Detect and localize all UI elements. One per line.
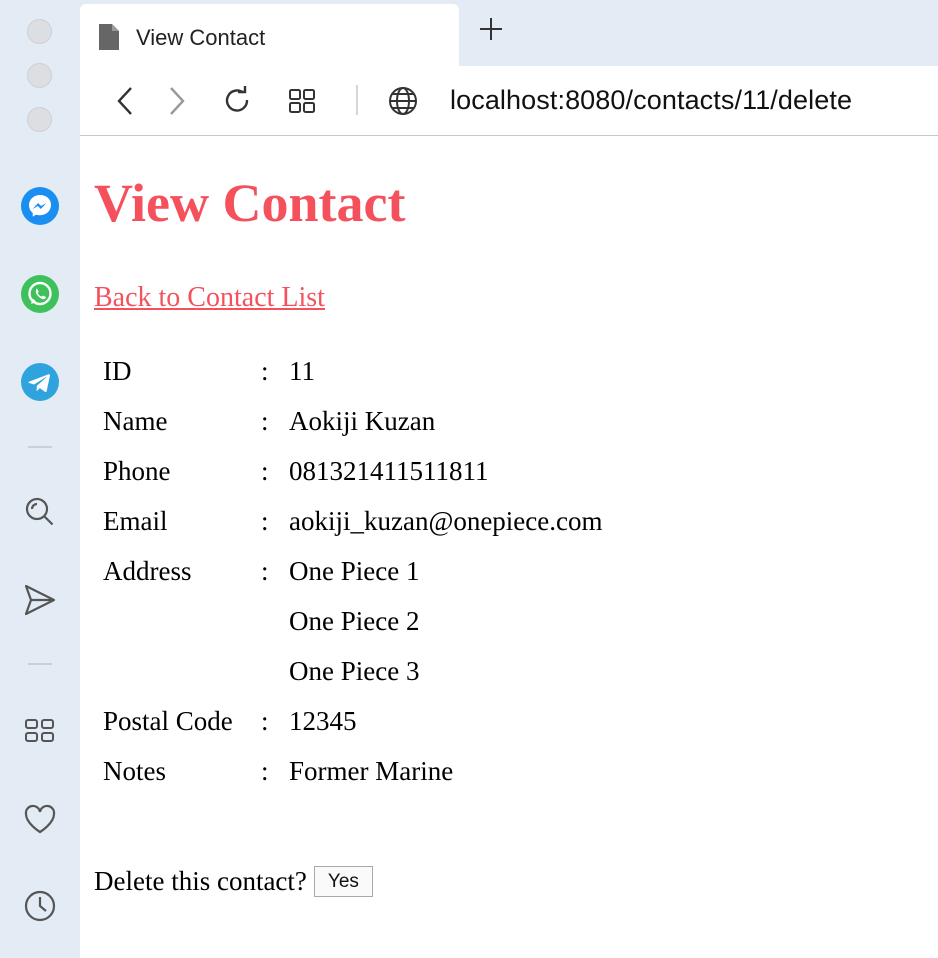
document-icon: [97, 22, 121, 57]
field-value: aokiji_kuzan@onepiece.com: [289, 506, 603, 536]
window-maximize-button[interactable]: [27, 107, 52, 132]
field-label: ID: [103, 356, 132, 386]
page-content: View Contact Back to Contact List ID : 1…: [94, 136, 938, 958]
field-value: 081321411511811: [289, 456, 489, 486]
yes-button[interactable]: Yes: [313, 866, 373, 897]
reload-button[interactable]: [219, 83, 255, 119]
field-value: One Piece 3: [289, 656, 420, 686]
field-colon: :: [261, 506, 269, 536]
field-value: 11: [289, 356, 315, 386]
browser-sidebar: [0, 0, 80, 958]
field-colon: :: [261, 706, 269, 736]
delete-prompt: Delete this contact?: [94, 866, 307, 896]
telegram-icon[interactable]: [20, 362, 60, 402]
field-value: Aokiji Kuzan: [289, 406, 436, 436]
address-bar[interactable]: localhost:8080/contacts/11/delete: [450, 85, 852, 116]
back-to-contact-list-link[interactable]: Back to Contact List: [94, 282, 325, 314]
search-icon[interactable]: [20, 492, 60, 532]
globe-icon[interactable]: [385, 83, 421, 119]
back-button[interactable]: [108, 83, 144, 119]
field-colon: :: [261, 456, 269, 486]
heart-icon[interactable]: [20, 799, 60, 839]
field-label: Notes: [103, 756, 166, 786]
field-value: 12345: [289, 706, 357, 736]
field-value: Former Marine: [289, 756, 454, 786]
forward-button[interactable]: [158, 83, 194, 119]
toolbar-divider: [356, 85, 358, 115]
panels-icon[interactable]: [20, 710, 60, 750]
sidebar-divider: [28, 663, 52, 665]
browser-toolbar: localhost:8080/contacts/11/delete: [80, 66, 938, 136]
new-tab-button[interactable]: [476, 14, 506, 44]
window-close-button[interactable]: [27, 19, 52, 44]
whatsapp-icon[interactable]: [20, 274, 60, 314]
field-label: Phone: [103, 456, 171, 486]
field-label: Address: [103, 556, 192, 586]
field-value: One Piece 1: [289, 556, 420, 586]
tab-view-contact[interactable]: View Contact: [80, 4, 459, 66]
tabs-overview-button[interactable]: [284, 83, 320, 119]
field-colon: :: [261, 756, 269, 786]
page-title: View Contact: [94, 173, 406, 233]
delete-confirmation: Delete this contact? Yes: [94, 866, 373, 897]
field-value: One Piece 2: [289, 606, 420, 636]
field-label: Name: [103, 406, 168, 436]
field-colon: :: [261, 406, 269, 436]
clock-icon[interactable]: [20, 886, 60, 926]
window-minimize-button[interactable]: [27, 63, 52, 88]
field-colon: :: [261, 356, 269, 386]
messenger-icon[interactable]: [20, 186, 60, 226]
field-colon: :: [261, 556, 269, 586]
field-label: Email: [103, 506, 168, 536]
field-label: Postal Code: [103, 706, 233, 736]
send-icon[interactable]: [20, 580, 60, 620]
sidebar-divider: [28, 446, 52, 448]
tab-title: View Contact: [136, 25, 266, 50]
